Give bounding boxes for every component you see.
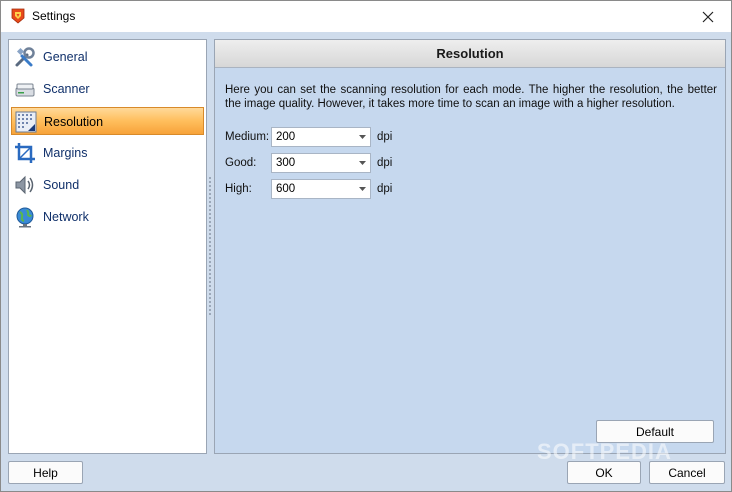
- resolution-description: Here you can set the scanning resolution…: [225, 84, 717, 110]
- sidebar-item-scanner[interactable]: Scanner: [11, 75, 204, 103]
- sidebar-item-sound[interactable]: Sound: [11, 171, 204, 199]
- settings-window: Settings General Scanner Resolution Marg…: [0, 0, 732, 492]
- high-resolution-value: 600: [276, 183, 296, 195]
- sidebar-item-label: Scanner: [43, 82, 90, 96]
- panel-title: Resolution: [215, 40, 725, 68]
- high-unit: dpi: [377, 183, 393, 195]
- chevron-down-icon: [359, 135, 366, 139]
- title-bar: Settings: [1, 1, 731, 32]
- medium-resolution-value: 200: [276, 131, 296, 143]
- sidebar-item-resolution[interactable]: Resolution: [11, 107, 204, 135]
- app-icon: [10, 8, 26, 24]
- medium-unit: dpi: [377, 131, 393, 143]
- sidebar-item-general[interactable]: General: [11, 43, 204, 71]
- resolution-icon: [15, 111, 37, 133]
- help-button[interactable]: Help: [8, 461, 83, 484]
- panel-splitter[interactable]: [208, 176, 212, 316]
- good-label: Good:: [225, 157, 257, 169]
- scanner-icon: [14, 78, 36, 100]
- crop-icon: [14, 142, 36, 164]
- close-button[interactable]: [685, 1, 731, 32]
- sidebar-item-margins[interactable]: Margins: [11, 139, 204, 167]
- sidebar-item-label: Margins: [43, 146, 88, 160]
- sidebar-item-label: Resolution: [44, 115, 104, 129]
- sidebar-item-label: Network: [43, 210, 89, 224]
- globe-icon: [14, 206, 36, 228]
- settings-category-list: General Scanner Resolution Margins Sound…: [8, 39, 207, 454]
- medium-label: Medium:: [225, 131, 270, 143]
- window-title: Settings: [32, 9, 76, 23]
- close-icon: [702, 11, 714, 22]
- high-resolution-select[interactable]: 600: [271, 179, 371, 199]
- chevron-down-icon: [359, 187, 366, 191]
- high-label: High:: [225, 183, 252, 195]
- sidebar-item-label: Sound: [43, 178, 80, 192]
- good-unit: dpi: [377, 157, 393, 169]
- panel-body: Here you can set the scanning resolution…: [215, 69, 725, 453]
- chevron-down-icon: [359, 161, 366, 165]
- medium-resolution-select[interactable]: 200: [271, 127, 371, 147]
- good-resolution-value: 300: [276, 157, 296, 169]
- resolution-panel: Resolution Here you can set the scanning…: [214, 39, 726, 454]
- tools-icon: [14, 46, 36, 68]
- sidebar-item-network[interactable]: Network: [11, 203, 204, 231]
- softpedia-watermark: SOFTPEDIA: [537, 439, 672, 464]
- sidebar-item-label: General: [43, 50, 88, 64]
- good-resolution-select[interactable]: 300: [271, 153, 371, 173]
- speaker-icon: [14, 174, 36, 196]
